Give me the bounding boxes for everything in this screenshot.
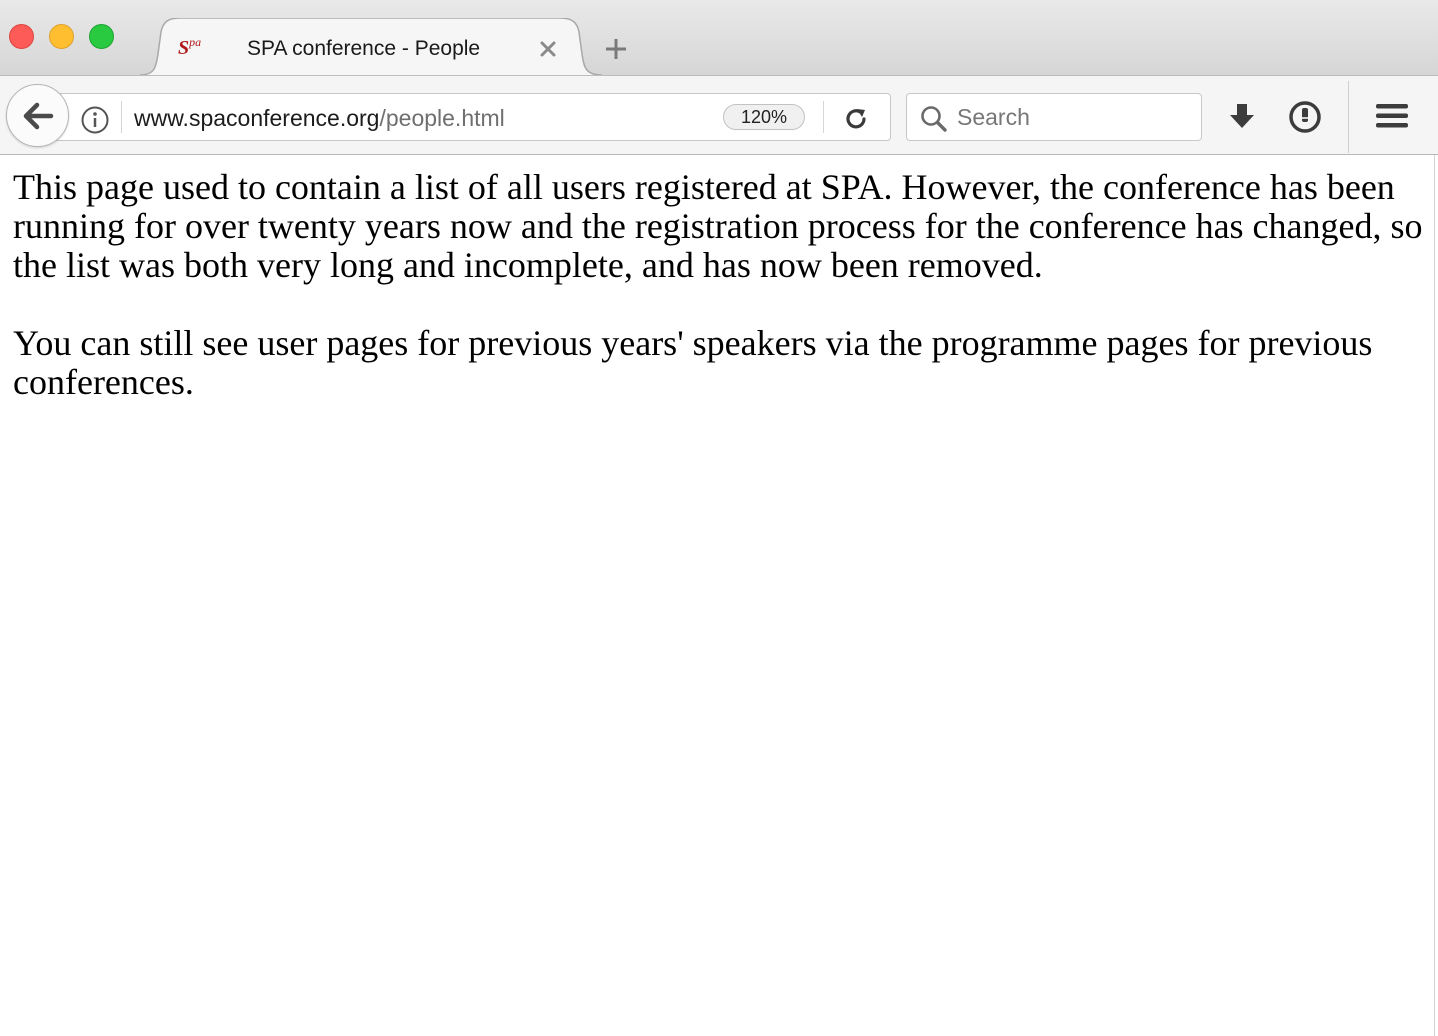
download-icon[interactable] (1226, 101, 1258, 138)
hamburger-menu-icon[interactable] (1375, 102, 1409, 135)
url-domain: www.spaconference.org (134, 105, 380, 131)
window-maximize-button[interactable] (89, 24, 114, 49)
window-close-button[interactable] (9, 24, 34, 49)
menu-divider (1348, 81, 1349, 153)
active-tab[interactable]: Spa SPA conference - People (140, 18, 602, 76)
info-icon[interactable] (80, 105, 110, 140)
url-divider (121, 101, 122, 133)
tab-strip: Spa SPA conference - People (0, 0, 1438, 76)
navigation-toolbar: www.spaconference.org/people.html 120% (0, 75, 1438, 155)
window-minimize-button[interactable] (49, 24, 74, 49)
reload-divider (823, 101, 824, 133)
search-icon (919, 104, 949, 139)
url-text[interactable]: www.spaconference.org/people.html (134, 104, 505, 132)
search-input[interactable] (957, 103, 1187, 131)
url-path: /people.html (379, 105, 505, 131)
paragraph-removed-notice: This page used to contain a list of all … (13, 167, 1423, 285)
tab-close-icon[interactable] (539, 40, 557, 58)
tab-title: SPA conference - People (247, 37, 481, 60)
new-tab-plus-icon[interactable] (603, 36, 629, 62)
site-favicon: Spa (178, 35, 202, 59)
paragraph-speakers-info: You can still see user pages for previou… (13, 323, 1373, 402)
window-edge (1434, 155, 1435, 1036)
search-bar[interactable] (906, 93, 1202, 141)
zoom-level-badge[interactable]: 120% (723, 104, 805, 130)
pocket-icon[interactable] (1288, 100, 1322, 139)
back-button[interactable] (6, 84, 69, 147)
page-content: This page used to contain a list of all … (13, 168, 1423, 441)
reload-icon[interactable] (843, 106, 869, 137)
